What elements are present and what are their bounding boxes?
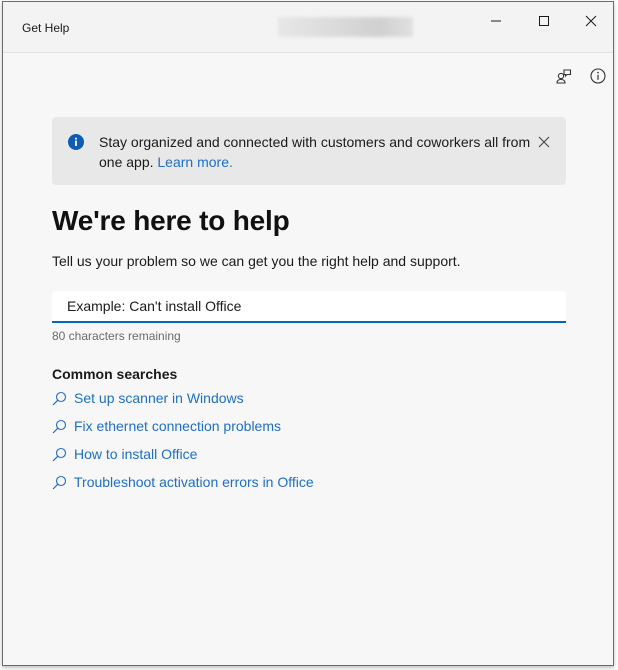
close-icon [585,15,597,27]
common-search-link[interactable]: Fix ethernet connection problems [74,416,281,436]
info-icon [590,68,606,84]
maximize-icon [539,16,549,26]
close-window-button[interactable] [568,6,614,36]
title-bar: Get Help [3,2,613,53]
blurred-account-area [278,17,413,37]
app-title: Get Help [22,21,70,35]
maximize-button[interactable] [521,6,567,36]
minimize-icon [491,20,501,22]
page-title: We're here to help [52,205,290,236]
common-search-item[interactable]: Set up scanner in Windows [52,388,314,416]
search-icon [52,475,67,490]
search-icon [52,391,67,406]
common-search-link[interactable]: Set up scanner in Windows [74,388,244,408]
common-searches-title: Common searches [52,366,178,382]
common-search-item[interactable]: How to install Office [52,444,314,472]
characters-remaining: 80 characters remaining [52,329,181,343]
banner-message: Stay organized and connected with custom… [99,132,539,172]
problem-search-box [52,291,566,323]
contact-support-button[interactable] [553,65,575,87]
learn-more-link[interactable]: Learn more. [157,154,232,170]
common-search-link[interactable]: Troubleshoot activation errors in Office [74,472,314,492]
search-icon [52,447,67,462]
close-icon [538,136,550,148]
common-search-item[interactable]: Fix ethernet connection problems [52,416,314,444]
minimize-button[interactable] [473,6,519,36]
search-icon [52,419,67,434]
info-icon [68,134,84,150]
common-search-item[interactable]: Troubleshoot activation errors in Office [52,472,314,500]
get-help-window: Get Help Stay organized and connected wi… [2,1,614,666]
page-subtitle: Tell us your problem so we can get you t… [52,253,461,269]
info-banner: Stay organized and connected with custom… [52,117,566,185]
common-search-link[interactable]: How to install Office [74,444,197,464]
common-searches-list: Set up scanner in Windows Fix ethernet c… [52,388,314,500]
contact-support-icon [556,69,572,84]
problem-search-input[interactable] [52,291,566,321]
dismiss-banner-button[interactable] [534,132,554,152]
about-button[interactable] [587,65,609,87]
